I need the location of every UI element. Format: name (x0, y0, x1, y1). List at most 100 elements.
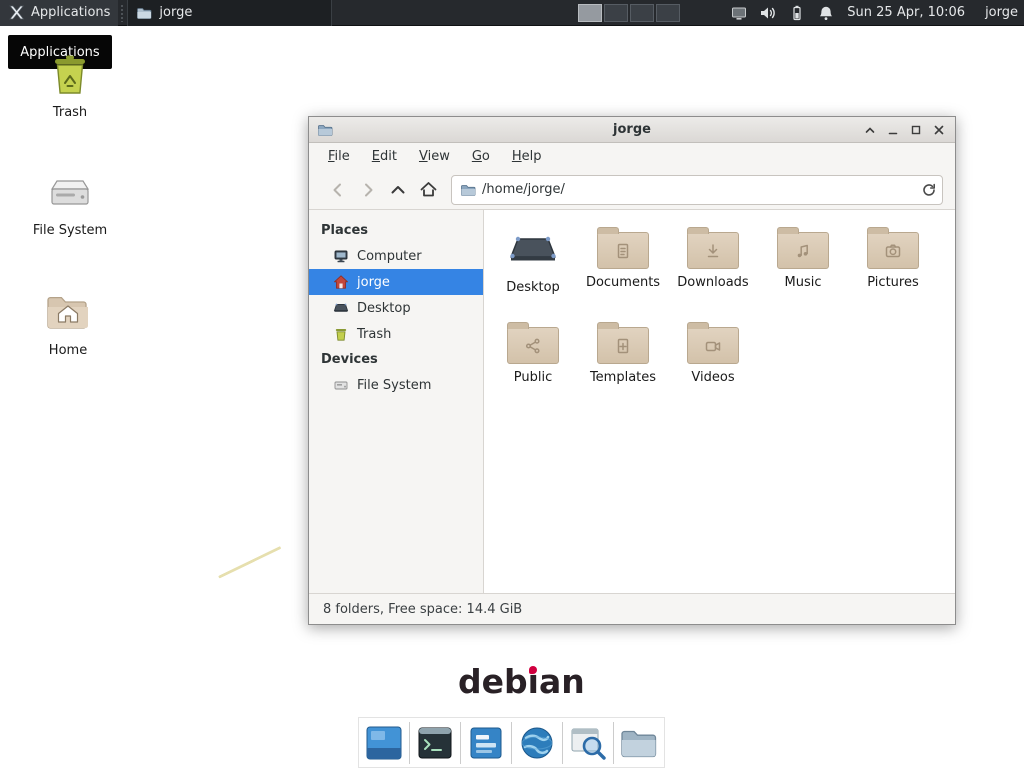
home-folder-icon (44, 288, 92, 336)
file-label: Music (785, 275, 822, 290)
folder-music-icon (777, 232, 829, 269)
desktop-icon-label: File System (22, 223, 118, 238)
user-home-icon (333, 274, 349, 290)
folder-documents-icon (597, 232, 649, 269)
shade-button[interactable] (862, 122, 878, 138)
file-item-pictures[interactable]: Pictures (848, 222, 938, 317)
file-label: Public (514, 370, 552, 385)
debian-wordmark: debıan (458, 662, 585, 701)
drive-mini-icon (333, 377, 349, 393)
workspace-switcher[interactable] (578, 4, 680, 22)
file-label: Pictures (867, 275, 918, 290)
file-item-videos[interactable]: Videos (668, 317, 758, 412)
sidebar-item-file-system[interactable]: File System (309, 372, 483, 398)
back-button[interactable] (323, 176, 353, 204)
menu-help[interactable]: Help (501, 145, 553, 168)
desktop-icon-filesystem[interactable]: File System (22, 168, 118, 238)
menubar: File Edit View Go Help (309, 143, 955, 170)
menu-edit[interactable]: Edit (361, 145, 408, 168)
computer-icon (333, 248, 349, 264)
sidebar-item-label: Trash (357, 327, 391, 342)
file-grid: Desktop Documents Downloads (484, 210, 955, 412)
workspace-cell-1[interactable] (578, 4, 602, 22)
folder-public-icon (507, 327, 559, 364)
desktop-icon-home[interactable]: Home (20, 288, 116, 358)
directory-menu-button[interactable] (618, 721, 660, 765)
file-item-downloads[interactable]: Downloads (668, 222, 758, 317)
applications-menu-label: Applications (31, 5, 110, 20)
file-label: Videos (691, 370, 734, 385)
desktop-mini-icon (333, 300, 349, 316)
desktop-icon-trash[interactable]: Trash (22, 50, 118, 120)
location-bar[interactable]: /home/jorge/ (451, 175, 943, 205)
folder-downloads-icon (687, 232, 739, 269)
terminal-button[interactable] (414, 721, 456, 765)
panel-handle[interactable] (120, 4, 125, 22)
workspace-cell-2[interactable] (604, 4, 628, 22)
sidebar-item-trash[interactable]: Trash (309, 321, 483, 347)
top-panel: Applications jorge Sun 25 Apr, 10:06 jor… (0, 0, 1024, 26)
file-manager-window: jorge File Edit View Go Help (308, 116, 956, 625)
file-manager-button[interactable] (465, 721, 507, 765)
maximize-button[interactable] (908, 122, 924, 138)
dock-separator (511, 722, 512, 764)
file-item-documents[interactable]: Documents (578, 222, 668, 317)
file-item-templates[interactable]: Templates (578, 317, 668, 412)
web-browser-button[interactable] (516, 721, 558, 765)
places-header: Places (309, 218, 483, 243)
file-label: Templates (590, 370, 656, 385)
show-desktop-button[interactable] (363, 721, 405, 765)
reload-button[interactable] (916, 177, 942, 203)
dock-separator (562, 722, 563, 764)
desktop-pencil-stroke (218, 546, 281, 579)
file-item-music[interactable]: Music (758, 222, 848, 317)
battery-icon[interactable] (788, 4, 806, 22)
file-label: Documents (586, 275, 660, 290)
taskbar-window-button[interactable]: jorge (127, 0, 332, 26)
trash-icon (46, 50, 94, 98)
panel-user-menu[interactable]: jorge (985, 5, 1018, 20)
app-finder-button[interactable] (567, 721, 609, 765)
sidebar-item-jorge[interactable]: jorge (309, 269, 483, 295)
desktop-icon-label: Home (20, 343, 116, 358)
close-button[interactable] (931, 122, 947, 138)
location-path[interactable]: /home/jorge/ (482, 182, 916, 197)
file-item-public[interactable]: Public (488, 317, 578, 412)
file-label: Desktop (506, 280, 560, 295)
status-text: 8 folders, Free space: 14.4 GiB (323, 602, 522, 617)
titlebar[interactable]: jorge (309, 117, 955, 143)
menu-view[interactable]: View (408, 145, 461, 168)
xfce-logo-icon (8, 4, 25, 21)
volume-icon[interactable] (759, 4, 777, 22)
bottom-dock-panel (358, 717, 665, 768)
toolbar: /home/jorge/ (309, 170, 955, 210)
notification-bell-icon[interactable] (817, 4, 835, 22)
forward-button[interactable] (353, 176, 383, 204)
sidebar-item-label: Desktop (357, 301, 411, 316)
file-label: Downloads (677, 275, 748, 290)
side-pane: Places Computer jorge Desktop (309, 210, 484, 593)
menu-file[interactable]: File (317, 145, 361, 168)
applications-menu-button[interactable]: Applications (0, 0, 118, 26)
desktop-icon-label: Trash (22, 105, 118, 120)
up-button[interactable] (383, 176, 413, 204)
sidebar-item-desktop[interactable]: Desktop (309, 295, 483, 321)
window-title: jorge (309, 122, 955, 137)
workspace-cell-4[interactable] (656, 4, 680, 22)
workspace-cell-3[interactable] (630, 4, 654, 22)
display-tray-icon[interactable] (730, 4, 748, 22)
sidebar-item-label: jorge (357, 275, 390, 290)
home-button[interactable] (413, 176, 443, 204)
file-item-desktop[interactable]: Desktop (488, 222, 578, 317)
debian-swirl-icon: ı (528, 662, 539, 701)
minimize-button[interactable] (885, 122, 901, 138)
sidebar-item-computer[interactable]: Computer (309, 243, 483, 269)
filesystem-drive-icon (46, 168, 94, 216)
file-view[interactable]: Desktop Documents Downloads (484, 210, 955, 593)
taskbar-folder-icon (136, 5, 152, 21)
debian-wordmark-part: an (539, 662, 585, 701)
folder-videos-icon (687, 327, 739, 364)
dock-separator (409, 722, 410, 764)
panel-clock[interactable]: Sun 25 Apr, 10:06 (847, 5, 965, 20)
menu-go[interactable]: Go (461, 145, 501, 168)
